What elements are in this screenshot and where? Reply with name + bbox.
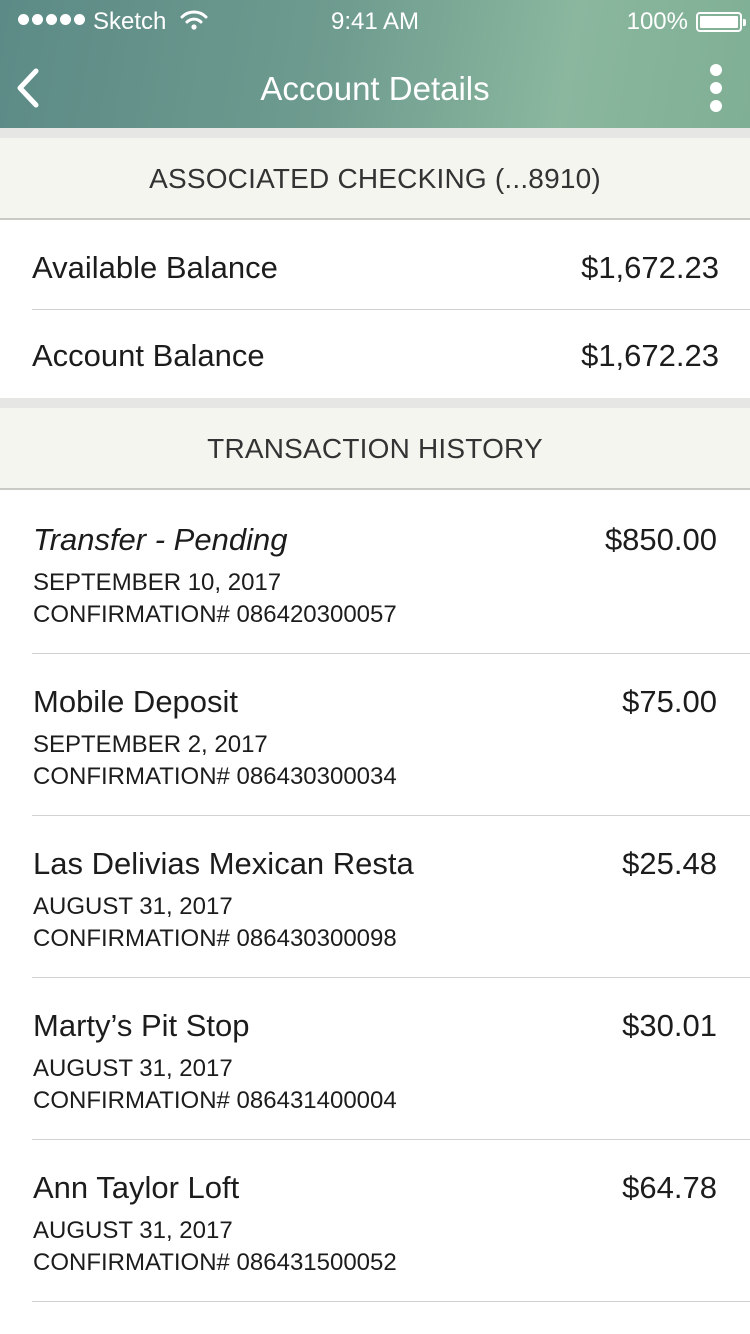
section-spacer	[0, 128, 750, 138]
section-spacer	[0, 398, 750, 408]
transaction-date: SEPTEMBER 10, 2017	[33, 569, 282, 596]
account-balance-label: Account Balance	[32, 338, 265, 373]
more-vertical-icon	[710, 64, 722, 76]
transaction-confirmation: CONFIRMATION# 086430300098	[33, 925, 397, 952]
status-bar: Sketch 9:41 AM 100%	[0, 0, 750, 44]
transaction-confirmation: CONFIRMATION# 086430300034	[33, 763, 397, 790]
battery-percentage: 100%	[626, 8, 688, 35]
transaction-name: Marty’s Pit Stop	[33, 1008, 250, 1043]
transaction-row[interactable]: Las Delivias Mexican Resta $25.48 AUGUST…	[0, 816, 750, 978]
battery-icon	[696, 12, 746, 32]
transaction-row[interactable]: Mobile Deposit $75.00 SEPTEMBER 2, 2017 …	[0, 654, 750, 816]
page-title: Account Details	[260, 70, 490, 107]
transaction-date: AUGUST 31, 2017	[33, 893, 233, 920]
navigation-bar: Account Details	[0, 44, 750, 128]
account-balance-value: $1,672.23	[581, 338, 719, 373]
transaction-history-header: TRANSACTION HISTORY	[0, 408, 750, 490]
account-balance-row: Account Balance $1,672.23	[0, 310, 750, 398]
divider	[32, 1301, 750, 1302]
account-section-header: ASSOCIATED CHECKING (...8910)	[0, 138, 750, 220]
transaction-name: Transfer - Pending	[33, 522, 288, 557]
available-balance-label: Available Balance	[32, 250, 278, 285]
transaction-date: AUGUST 31, 2017	[33, 1217, 233, 1244]
transaction-row[interactable]: Marty’s Pit Stop $30.01 AUGUST 31, 2017 …	[0, 978, 750, 1140]
transaction-amount: $64.78	[622, 1170, 717, 1205]
transaction-confirmation: CONFIRMATION# 086431500052	[33, 1249, 397, 1276]
transaction-name: Mobile Deposit	[33, 684, 239, 719]
transaction-confirmation: CONFIRMATION# 086431400004	[33, 1087, 397, 1114]
transaction-amount: $75.00	[622, 684, 717, 719]
transaction-amount: $25.48	[622, 846, 717, 881]
transaction-row[interactable]: Ann Taylor Loft $64.78 AUGUST 31, 2017 C…	[0, 1140, 750, 1302]
transaction-date: AUGUST 31, 2017	[33, 1055, 233, 1082]
transaction-name: Ann Taylor Loft	[33, 1170, 240, 1205]
available-balance-row: Available Balance $1,672.23	[0, 222, 750, 310]
transaction-confirmation: CONFIRMATION# 086420300057	[33, 601, 397, 628]
transaction-row[interactable]: Transfer - Pending $850.00 SEPTEMBER 10,…	[0, 492, 750, 654]
transaction-name: Las Delivias Mexican Resta	[33, 846, 414, 881]
transaction-amount: $850.00	[604, 522, 717, 557]
available-balance-value: $1,672.23	[581, 250, 719, 285]
transaction-amount: $30.01	[622, 1008, 717, 1043]
more-options-button[interactable]	[696, 62, 736, 112]
transaction-date: SEPTEMBER 2, 2017	[33, 731, 268, 758]
app-header: Sketch 9:41 AM 100% Account Details	[0, 0, 750, 128]
